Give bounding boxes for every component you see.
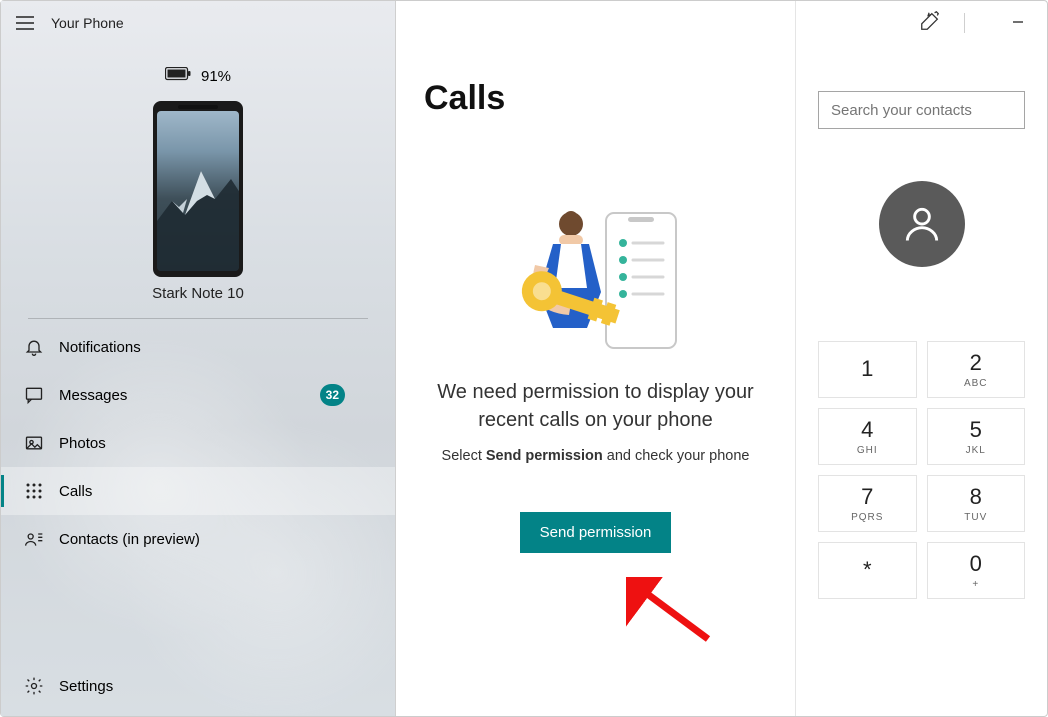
battery-percent: 91%	[201, 68, 231, 85]
compose-icon[interactable]	[919, 10, 941, 32]
dialpad-icon	[23, 480, 45, 502]
nav-label: Contacts (in preview)	[59, 531, 200, 548]
hamburger-icon[interactable]	[11, 9, 39, 37]
nav-contacts[interactable]: Contacts (in preview)	[1, 515, 395, 563]
contact-avatar	[879, 181, 965, 267]
permission-illustration	[496, 208, 696, 358]
permission-title: We need permission to display your recen…	[426, 378, 766, 434]
nav-settings[interactable]: Settings	[1, 662, 395, 710]
dialpad-key-0[interactable]: 0+	[927, 542, 1026, 599]
battery-icon	[165, 67, 191, 85]
messages-badge: 32	[320, 384, 345, 406]
dialpad-key-star[interactable]: *	[818, 542, 917, 599]
annotation-arrow-icon	[626, 577, 716, 652]
dialpad-key-4[interactable]: 4GHI	[818, 408, 917, 465]
photo-icon	[23, 432, 45, 454]
calls-pane: Calls	[396, 1, 796, 716]
dialpad-key-2[interactable]: 2ABC	[927, 341, 1026, 398]
nav-calls[interactable]: Calls	[1, 467, 395, 515]
minimize-button[interactable]	[995, 5, 1041, 39]
sidebar: Your Phone 91% Stark Note 10	[1, 1, 396, 716]
bell-icon	[23, 336, 45, 358]
dialpad-key-8[interactable]: 8TUV	[927, 475, 1026, 532]
gear-icon	[23, 675, 45, 697]
contacts-icon	[23, 528, 45, 550]
divider	[28, 318, 368, 319]
dialpad-key-5[interactable]: 5JKL	[927, 408, 1026, 465]
dialpad-key-7[interactable]: 7PQRS	[818, 475, 917, 532]
app-root: Your Phone 91% Stark Note 10	[0, 0, 1048, 717]
nav-list: Notifications Messages 32 Photos Calls	[1, 323, 395, 563]
phone-name: Stark Note 10	[1, 285, 395, 302]
nav-label: Photos	[59, 435, 106, 452]
main-panel: Calls	[396, 1, 1047, 716]
divider	[964, 13, 965, 33]
dialpad-key-1[interactable]: 1	[818, 341, 917, 398]
nav-messages[interactable]: Messages 32	[1, 371, 395, 419]
permission-subtitle: Select Send permission and check your ph…	[424, 448, 767, 464]
phone-image	[153, 101, 243, 277]
page-title: Calls	[424, 79, 767, 118]
send-permission-button[interactable]: Send permission	[520, 512, 672, 553]
nav-notifications[interactable]: Notifications	[1, 323, 395, 371]
nav-label: Settings	[59, 678, 113, 695]
nav-photos[interactable]: Photos	[1, 419, 395, 467]
chat-icon	[23, 384, 45, 406]
search-contacts-input[interactable]	[818, 91, 1025, 129]
app-title: Your Phone	[51, 15, 124, 31]
right-pane: 1 2ABC 4GHI 5JKL 7PQRS 8TUV * 0+	[796, 1, 1047, 716]
nav-label: Calls	[59, 483, 92, 500]
nav-label: Notifications	[59, 339, 141, 356]
dialpad: 1 2ABC 4GHI 5JKL 7PQRS 8TUV * 0+	[818, 341, 1025, 599]
nav-label: Messages	[59, 387, 127, 404]
